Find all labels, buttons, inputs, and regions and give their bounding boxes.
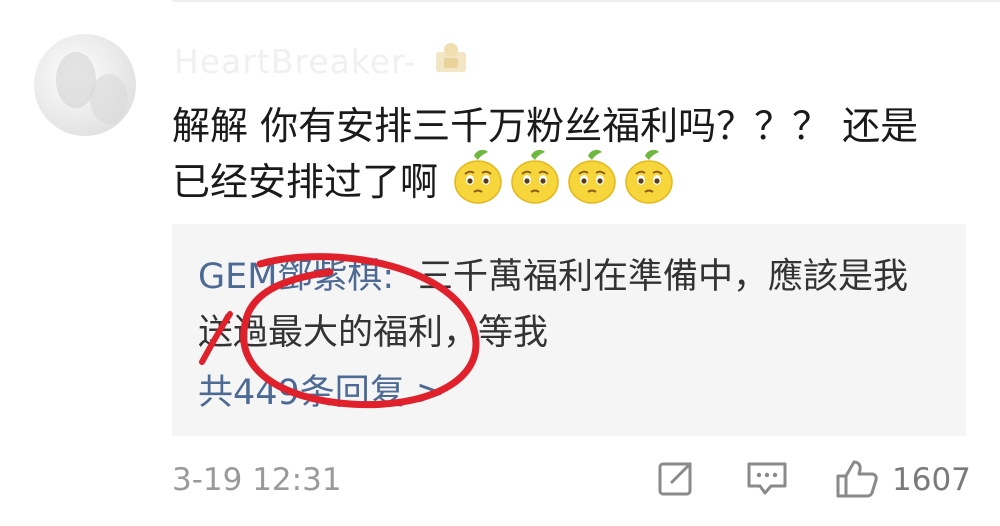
reply-preview[interactable]: GEM鄧紫棋: 三千萬福利在準備中，應該是我 送過最大的福利，等我 共449条回…	[172, 224, 966, 436]
comment-icon[interactable]	[745, 458, 789, 498]
view-replies-link[interactable]: 共449条回复 >	[198, 364, 445, 415]
divider	[172, 0, 1000, 2]
reply-text-line2: 送過最大的福利，等我	[198, 313, 549, 353]
timestamp: 3-19 12:31	[172, 462, 342, 498]
lemon-face-emoji	[454, 149, 502, 204]
comment-text-line1: 解解 你有安排三千万粉丝福利吗？？？ 还是	[172, 104, 919, 148]
username[interactable]: HeartBreaker-	[174, 42, 416, 81]
reply-author-link[interactable]: GEM鄧紫棋:	[198, 248, 394, 299]
share-icon[interactable]	[656, 458, 696, 498]
thumbs-up-icon[interactable]	[834, 458, 880, 500]
reply-text-line1: 三千萬福利在準備中，應該是我	[418, 257, 909, 297]
lemon-face-emoji	[568, 149, 616, 204]
emoji-row	[452, 148, 680, 208]
like-count: 1607	[892, 462, 971, 498]
lemon-face-emoji	[625, 149, 673, 204]
avatar[interactable]	[34, 34, 136, 136]
user-badge-icon	[436, 43, 466, 72]
comment-text-line2: 已经安排过了啊	[172, 160, 439, 204]
lemon-face-emoji	[511, 149, 559, 204]
comment-screen: HeartBreaker- 解解 你有安排三千万粉丝福利吗？？？ 还是 已经安排…	[0, 0, 1000, 526]
